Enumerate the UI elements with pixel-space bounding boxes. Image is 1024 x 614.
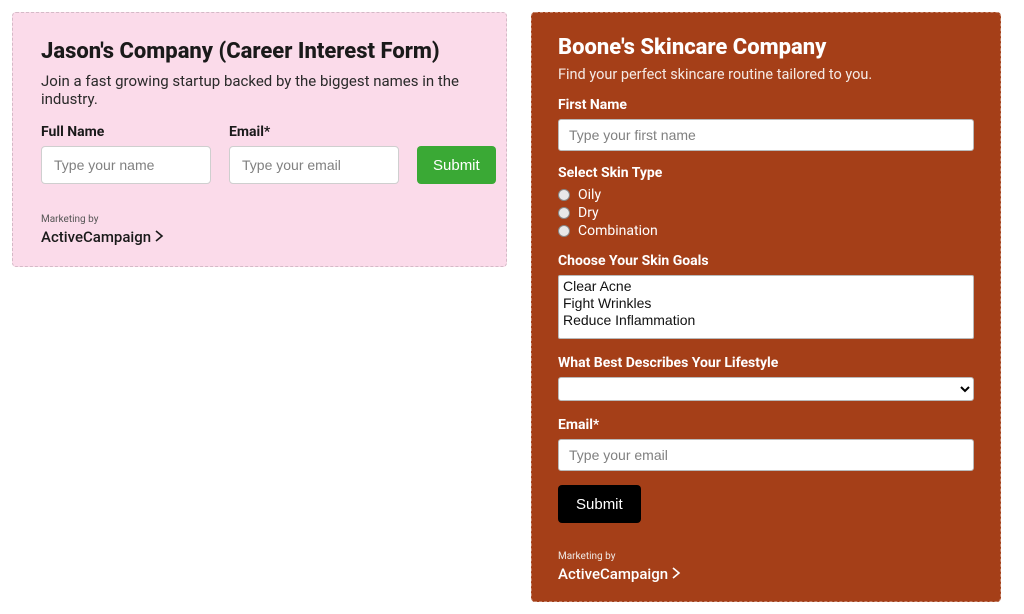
skin-type-label: Select Skin Type [558, 165, 974, 181]
first-name-field: First Name [558, 97, 974, 165]
skin-type-option-oily[interactable]: Oily [558, 187, 974, 203]
career-form-title: Jason's Company (Career Interest Form) [41, 39, 478, 64]
marketing-by-text-left: Marketing by [41, 214, 478, 225]
marketing-attribution-left: Marketing by ActiveCampaign [41, 214, 478, 246]
lifestyle-label: What Best Describes Your Lifestyle [558, 355, 974, 371]
email-input-right[interactable] [558, 439, 974, 471]
submit-button-left[interactable]: Submit [417, 146, 496, 184]
full-name-input[interactable] [41, 146, 211, 184]
radio-label-oily: Oily [578, 187, 601, 203]
activecampaign-logo-right[interactable]: ActiveCampaign [558, 565, 682, 583]
radio-combination[interactable] [558, 225, 570, 237]
activecampaign-brand-right: ActiveCampaign [558, 565, 668, 583]
full-name-field: Full Name [41, 124, 211, 184]
skincare-form-title: Boone's Skincare Company [558, 35, 974, 60]
radio-oily[interactable] [558, 189, 570, 201]
first-name-input[interactable] [558, 119, 974, 151]
submit-button-right[interactable]: Submit [558, 485, 641, 523]
email-input-left[interactable] [229, 146, 399, 184]
skin-type-option-dry[interactable]: Dry [558, 205, 974, 221]
radio-label-combination: Combination [578, 223, 658, 239]
career-form-row: Full Name Email* Submit [41, 124, 478, 184]
email-label-left: Email* [229, 124, 399, 140]
activecampaign-logo-left[interactable]: ActiveCampaign [41, 228, 165, 246]
email-field-right: Email* [558, 417, 974, 485]
lifestyle-select[interactable] [558, 377, 974, 401]
skin-type-field: Select Skin Type Oily Dry Combination [558, 165, 974, 239]
skin-goals-field: Choose Your Skin Goals Clear Acne Fight … [558, 253, 974, 355]
skincare-form-card: Boone's Skincare Company Find your perfe… [531, 12, 1001, 602]
career-form-card: Jason's Company (Career Interest Form) J… [12, 12, 507, 267]
email-label-right: Email* [558, 417, 974, 433]
skin-type-radio-group: Oily Dry Combination [558, 187, 974, 239]
goal-option-wrinkles[interactable]: Fight Wrinkles [563, 295, 969, 312]
marketing-attribution-right: Marketing by ActiveCampaign [558, 551, 974, 583]
career-form-subtitle: Join a fast growing startup backed by th… [41, 72, 478, 108]
goal-option-acne[interactable]: Clear Acne [563, 278, 969, 295]
full-name-label: Full Name [41, 124, 211, 140]
radio-label-dry: Dry [578, 205, 599, 221]
chevron-right-icon [155, 228, 165, 246]
chevron-right-icon [672, 565, 682, 583]
skin-goals-label: Choose Your Skin Goals [558, 253, 974, 269]
radio-dry[interactable] [558, 207, 570, 219]
skincare-form-subtitle: Find your perfect skincare routine tailo… [558, 66, 974, 83]
marketing-by-text-right: Marketing by [558, 551, 974, 562]
lifestyle-field: What Best Describes Your Lifestyle [558, 355, 974, 417]
skin-goals-listbox[interactable]: Clear Acne Fight Wrinkles Reduce Inflamm… [558, 275, 974, 339]
skin-type-option-combination[interactable]: Combination [558, 223, 974, 239]
email-field-left: Email* [229, 124, 399, 184]
goal-option-inflammation[interactable]: Reduce Inflammation [563, 312, 969, 329]
first-name-label: First Name [558, 97, 974, 113]
activecampaign-brand-left: ActiveCampaign [41, 228, 151, 246]
